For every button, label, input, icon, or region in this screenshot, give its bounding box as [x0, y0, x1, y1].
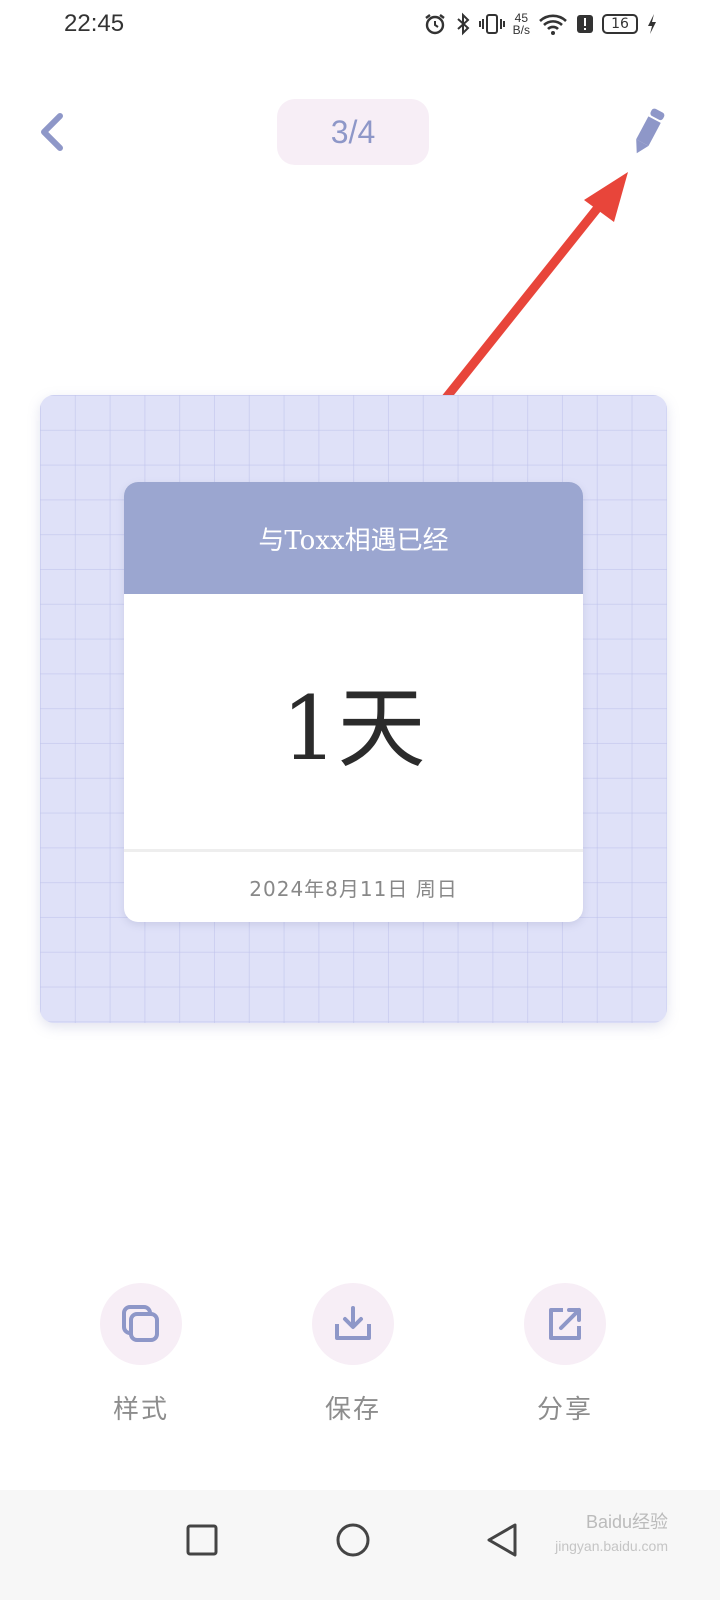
battery-icon: 16 — [602, 14, 638, 34]
day-count-text: 1天 — [281, 677, 426, 780]
status-icons: 45 B/s 16 — [423, 8, 658, 40]
alert-icon — [576, 12, 594, 36]
card-date: 2024年8月11日 周日 — [124, 852, 583, 922]
share-label: 分享 — [536, 1395, 593, 1425]
style-button[interactable]: 样式 — [81, 1283, 201, 1426]
page-indicator: 3/4 — [277, 99, 429, 165]
chevron-left-icon — [41, 113, 63, 151]
save-button-circle[interactable] — [312, 1283, 394, 1365]
bluetooth-icon — [455, 12, 471, 36]
status-bar: 22:45 45 B/s 16 — [0, 0, 720, 50]
wifi-icon — [538, 12, 568, 36]
back-button[interactable] — [32, 110, 76, 154]
status-time: 22:45 — [64, 10, 125, 37]
triangle-back-icon — [487, 1523, 517, 1557]
back-nav-button[interactable] — [472, 1510, 532, 1570]
preview-canvas: 与Toxx相遇已经 1天 2024年8月11日 周日 — [40, 395, 667, 1023]
net-speed-unit: B/s — [512, 23, 530, 37]
pencil-icon — [636, 108, 665, 154]
download-icon — [335, 1306, 371, 1340]
home-button[interactable] — [323, 1510, 383, 1570]
edit-button[interactable] — [626, 104, 670, 160]
save-label: 保存 — [324, 1395, 381, 1425]
anniversary-card[interactable]: 与Toxx相遇已经 1天 2024年8月11日 周日 — [124, 482, 583, 922]
share-icon — [549, 1308, 581, 1340]
style-button-circle[interactable] — [100, 1283, 182, 1365]
alarm-icon — [423, 12, 447, 36]
card-date-text: 2024年8月11日 周日 — [249, 876, 458, 901]
share-button-circle[interactable] — [524, 1283, 606, 1365]
charging-icon — [646, 12, 658, 36]
battery-level: 16 — [611, 16, 629, 32]
save-button[interactable]: 保存 — [293, 1283, 413, 1426]
vibrate-icon — [478, 12, 505, 36]
square-icon — [186, 1524, 218, 1556]
watermark: Baidu经验 jingyan.baidu.com — [555, 1490, 668, 1554]
day-count: 1天 — [124, 594, 583, 849]
net-speed: 45 B/s — [513, 12, 530, 36]
style-label: 样式 — [112, 1395, 169, 1425]
share-button[interactable]: 分享 — [505, 1283, 625, 1426]
card-header-text: 与Toxx相遇已经 — [258, 525, 449, 556]
circle-icon — [336, 1523, 370, 1557]
page-indicator-text: 3/4 — [330, 113, 376, 150]
card-header: 与Toxx相遇已经 — [124, 482, 583, 594]
watermark-brand: Baidu经验 — [585, 1512, 668, 1532]
recents-button[interactable] — [172, 1510, 232, 1570]
layers-icon — [122, 1305, 159, 1342]
watermark-url: jingyan.baidu.com — [555, 1538, 668, 1554]
